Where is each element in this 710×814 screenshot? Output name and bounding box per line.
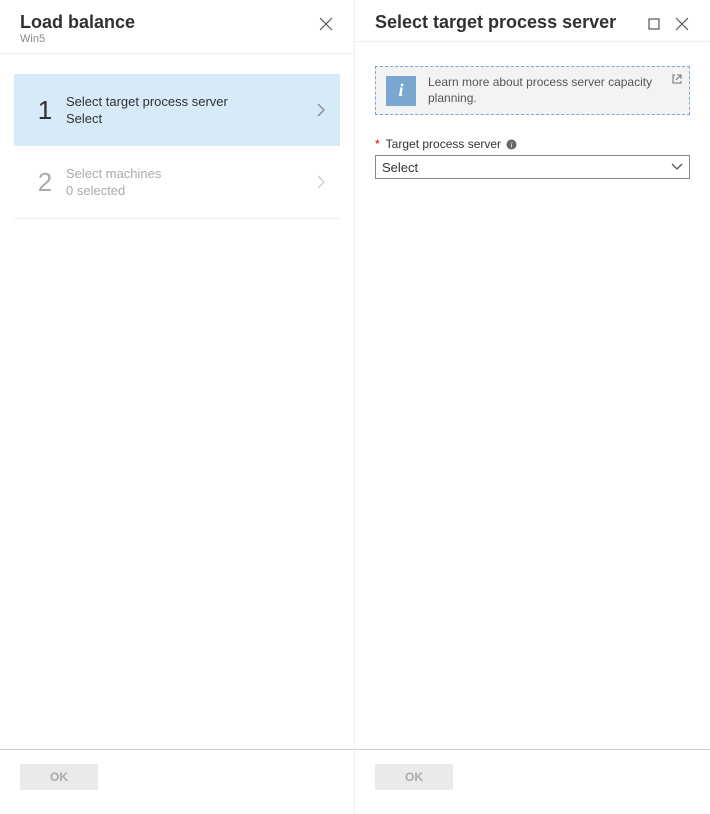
panel-body: i Learn more about process server capaci… <box>355 42 710 749</box>
step-number: 2 <box>28 167 62 198</box>
panel-title: Select target process server <box>375 12 646 33</box>
panel-header: Select target process server <box>355 0 710 42</box>
load-balance-panel: Load balance Win5 1 Select target proces… <box>0 0 355 814</box>
panel-footer: OK <box>355 749 710 814</box>
step-subtitle: Select <box>66 111 316 126</box>
step-title: Select machines <box>66 166 316 181</box>
step-number: 1 <box>28 95 62 126</box>
panel-header: Load balance Win5 <box>0 0 354 54</box>
select-target-process-server-panel: Select target process server i Learn mor… <box>355 0 710 814</box>
external-link-icon[interactable] <box>671 73 683 85</box>
select-value: Select <box>382 160 418 175</box>
ok-button[interactable]: OK <box>20 764 98 790</box>
step-select-machines[interactable]: 2 Select machines 0 selected <box>14 146 340 219</box>
close-icon[interactable] <box>674 16 690 32</box>
steps-list: 1 Select target process server Select 2 … <box>0 54 354 749</box>
target-process-server-field: * Target process server i Select <box>375 137 690 179</box>
step-subtitle: 0 selected <box>66 183 316 198</box>
svg-text:i: i <box>510 140 512 149</box>
chevron-right-icon <box>316 103 326 117</box>
ok-button[interactable]: OK <box>375 764 453 790</box>
required-asterisk: * <box>375 137 380 151</box>
step-title: Select target process server <box>66 94 316 109</box>
panel-subtitle: Win5 <box>20 33 318 45</box>
panel-footer: OK <box>0 749 354 814</box>
info-tooltip-icon[interactable]: i <box>505 138 517 150</box>
field-label-text: Target process server <box>386 137 501 151</box>
restore-window-icon[interactable] <box>646 16 662 32</box>
target-process-server-select[interactable]: Select <box>375 155 690 179</box>
close-icon[interactable] <box>318 16 334 32</box>
chevron-right-icon <box>316 175 326 189</box>
step-select-target-process-server[interactable]: 1 Select target process server Select <box>14 74 340 146</box>
chevron-down-icon <box>671 163 683 171</box>
info-text: Learn more about process server capacity… <box>428 75 679 106</box>
panel-title: Load balance <box>20 12 318 33</box>
info-icon: i <box>386 76 416 106</box>
field-label: * Target process server i <box>375 137 690 151</box>
info-banner[interactable]: i Learn more about process server capaci… <box>375 66 690 115</box>
